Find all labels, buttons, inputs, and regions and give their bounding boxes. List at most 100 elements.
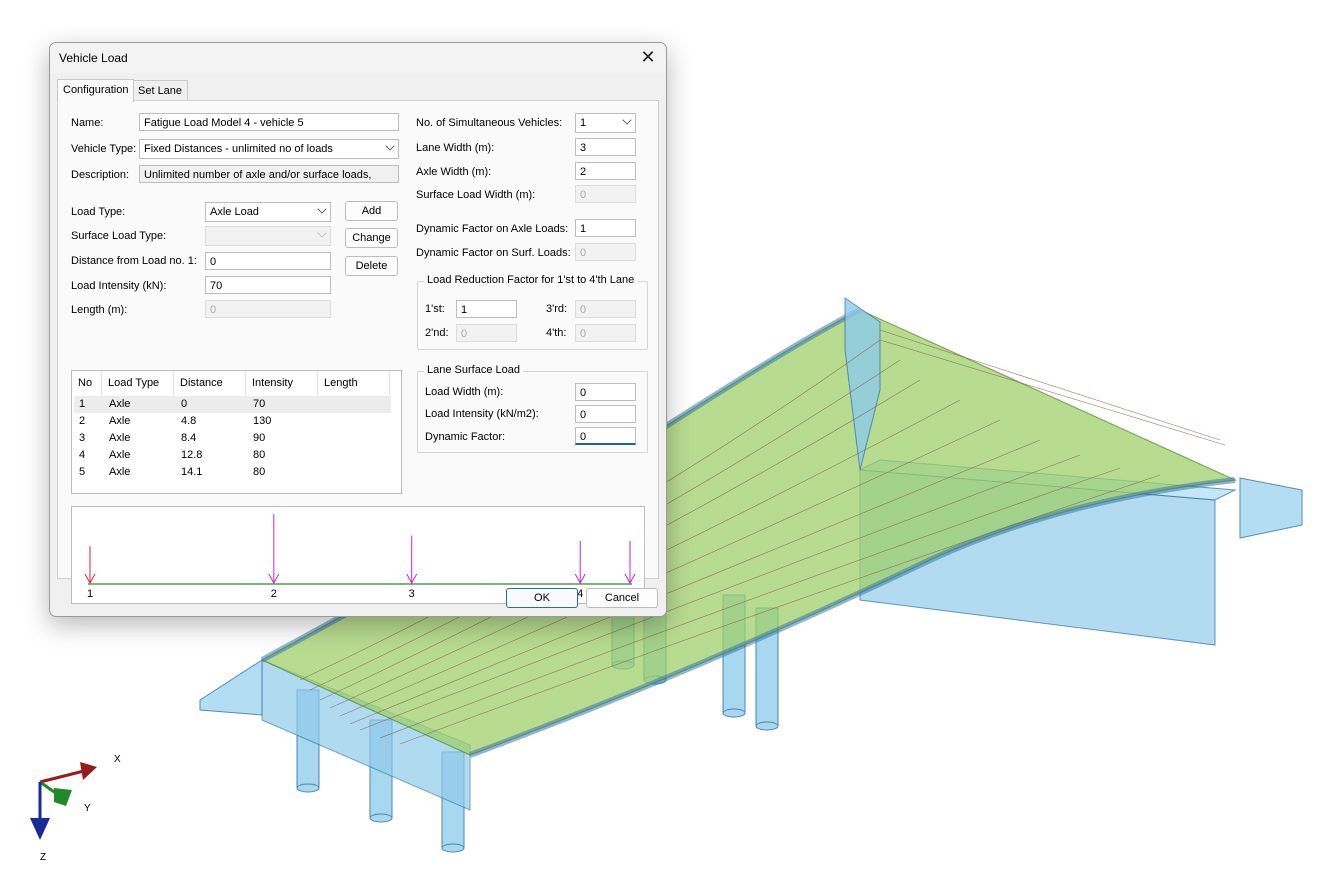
axle-load-arrow bbox=[574, 540, 586, 585]
table-row[interactable]: 5 Axle 14.1 80 bbox=[74, 464, 391, 481]
cell-load-type: Axle bbox=[109, 415, 131, 427]
column-header-length[interactable]: Length bbox=[318, 371, 390, 395]
cell-distance: 14.1 bbox=[181, 466, 203, 478]
cell-intensity: 70 bbox=[253, 398, 266, 410]
second-lane-label: 2'nd: bbox=[425, 327, 449, 339]
dynamic-axle-label: Dynamic Factor on Axle Loads: bbox=[416, 223, 569, 235]
axle-number-label: 2 bbox=[271, 588, 277, 600]
chevron-down-icon bbox=[317, 228, 327, 238]
intensity-input[interactable]: 70 bbox=[205, 276, 331, 294]
dynamic-surface-input[interactable]: 0 bbox=[575, 243, 636, 261]
description-label: Description: bbox=[71, 169, 130, 181]
axis-triad bbox=[30, 762, 97, 840]
first-lane-label: 1'st: bbox=[425, 303, 445, 315]
lane-load-intensity-label: Load Intensity (kN/m2): bbox=[425, 408, 539, 420]
cell-distance: 0 bbox=[181, 398, 188, 410]
surface-width-input[interactable]: 0 bbox=[575, 185, 636, 203]
vehicle-type-value: Fixed Distances - unlimited no of loads bbox=[144, 143, 333, 155]
lane-load-width-input[interactable]: 0 bbox=[575, 383, 636, 401]
load-type-value: Axle Load bbox=[210, 206, 259, 218]
table-row[interactable]: 3 Axle 8.4 90 bbox=[74, 430, 391, 447]
axle-load-arrow bbox=[84, 546, 96, 585]
simultaneous-select[interactable]: 1 bbox=[575, 113, 636, 133]
axle-width-label: Axle Width (m): bbox=[416, 166, 492, 178]
ok-button[interactable]: OK bbox=[506, 588, 578, 608]
lane-load-width-label: Load Width (m): bbox=[425, 386, 504, 398]
surface-load-type-select[interactable] bbox=[205, 226, 331, 246]
lane-dynamic-input[interactable]: 0 bbox=[575, 427, 636, 445]
axle-load-arrow bbox=[624, 540, 636, 585]
surface-width-label: Surface Load Width (m): bbox=[416, 189, 536, 201]
chevron-down-icon bbox=[622, 115, 632, 125]
change-button[interactable]: Change bbox=[345, 228, 398, 248]
close-icon[interactable]: ✕ bbox=[638, 46, 658, 68]
load-type-label: Load Type: bbox=[71, 206, 126, 218]
loads-table[interactable]: No Load Type Distance Intensity Length 1… bbox=[71, 370, 402, 494]
axle-load-arrow bbox=[406, 535, 418, 585]
column-header-no[interactable]: No bbox=[72, 371, 102, 395]
simultaneous-value: 1 bbox=[580, 117, 587, 129]
cell-load-type: Axle bbox=[109, 466, 131, 478]
chevron-down-icon bbox=[385, 141, 395, 151]
cell-intensity: 90 bbox=[253, 432, 266, 444]
third-lane-label: 3'rd: bbox=[546, 303, 568, 315]
second-lane-input[interactable]: 0 bbox=[456, 324, 517, 342]
vehicle-type-select[interactable]: Fixed Distances - unlimited no of loads bbox=[139, 139, 399, 159]
distance-input[interactable]: 0 bbox=[205, 252, 331, 270]
axle-number-label: 4 bbox=[577, 588, 583, 600]
cell-no: 2 bbox=[79, 415, 86, 427]
table-row[interactable]: 2 Axle 4.8 130 bbox=[74, 413, 391, 430]
cell-load-type: Axle bbox=[109, 432, 131, 444]
column-header-load-type[interactable]: Load Type bbox=[102, 371, 174, 395]
column-header-intensity[interactable]: Intensity bbox=[246, 371, 318, 395]
add-button[interactable]: Add bbox=[345, 201, 398, 221]
column-header-distance[interactable]: Distance bbox=[174, 371, 246, 395]
axle-number-label: 1 bbox=[87, 588, 93, 600]
axis-z-label: Z bbox=[40, 852, 47, 863]
vehicle-type-label: Vehicle Type: bbox=[71, 143, 137, 155]
fourth-lane-input[interactable]: 0 bbox=[575, 324, 636, 342]
description-field[interactable]: Unlimited number of axle and/or surface … bbox=[139, 165, 399, 183]
axis-x-label: X bbox=[114, 754, 121, 765]
third-lane-input[interactable]: 0 bbox=[575, 300, 636, 318]
length-input[interactable]: 0 bbox=[205, 300, 331, 318]
name-label: Name: bbox=[71, 117, 104, 129]
cancel-button[interactable]: Cancel bbox=[586, 588, 658, 608]
tab-set-lane[interactable]: Set Lane bbox=[132, 80, 189, 102]
lane-load-intensity-input[interactable]: 0 bbox=[575, 405, 636, 423]
cell-intensity: 130 bbox=[253, 415, 272, 427]
length-label: Length (m): bbox=[71, 304, 128, 316]
cell-distance: 4.8 bbox=[181, 415, 197, 427]
cell-intensity: 80 bbox=[253, 466, 266, 478]
first-lane-input[interactable]: 1 bbox=[456, 300, 517, 318]
load-type-select[interactable]: Axle Load bbox=[205, 202, 331, 222]
load-reduction-title: Load Reduction Factor for 1'st to 4'th L… bbox=[424, 274, 638, 286]
dynamic-surface-label: Dynamic Factor on Surf. Loads: bbox=[416, 247, 571, 259]
surface-load-type-label: Surface Load Type: bbox=[71, 230, 167, 242]
lane-dynamic-label: Dynamic Factor: bbox=[425, 431, 506, 443]
axle-width-input[interactable]: 2 bbox=[575, 162, 636, 180]
name-input[interactable]: Fatigue Load Model 4 - vehicle 5 bbox=[139, 113, 399, 131]
cell-no: 3 bbox=[79, 432, 86, 444]
cell-load-type: Axle bbox=[109, 449, 131, 461]
table-row[interactable]: 4 Axle 12.8 80 bbox=[74, 447, 391, 464]
lane-surface-title: Lane Surface Load bbox=[424, 364, 523, 376]
table-row[interactable]: 1 Axle 0 70 bbox=[74, 396, 391, 413]
lane-width-input[interactable]: 3 bbox=[575, 138, 636, 156]
dialog-titlebar[interactable]: Vehicle Load ✕ bbox=[50, 43, 666, 73]
axis-y-label: Y bbox=[84, 803, 91, 814]
vehicle-load-dialog: Vehicle Load ✕ Configuration Set Lane Na… bbox=[49, 42, 667, 617]
distance-label: Distance from Load no. 1: bbox=[71, 255, 197, 267]
delete-button[interactable]: Delete bbox=[345, 256, 398, 276]
intensity-label: Load Intensity (kN): bbox=[71, 280, 167, 292]
left-abutment bbox=[199, 659, 263, 716]
axle-number-label: 3 bbox=[409, 588, 415, 600]
right-abutment bbox=[1239, 477, 1303, 539]
cell-distance: 8.4 bbox=[181, 432, 197, 444]
chevron-down-icon bbox=[317, 204, 327, 214]
cell-no: 1 bbox=[79, 398, 86, 410]
cell-distance: 12.8 bbox=[181, 449, 203, 461]
cell-no: 5 bbox=[79, 466, 86, 478]
tab-configuration[interactable]: Configuration bbox=[57, 79, 135, 103]
dynamic-axle-input[interactable]: 1 bbox=[575, 219, 636, 237]
